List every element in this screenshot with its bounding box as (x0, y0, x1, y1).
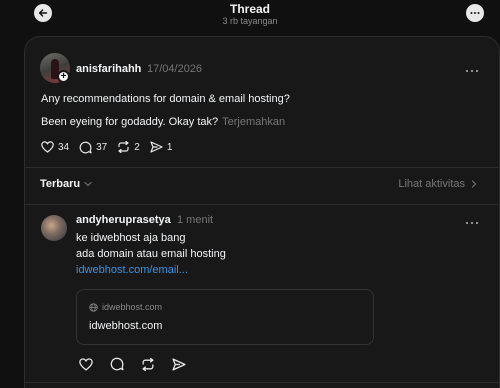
reply-text-line1: ke idwebhost aja bang (76, 232, 186, 244)
comment-button[interactable]: 37 (79, 141, 107, 154)
post-more-icon[interactable] (465, 65, 479, 73)
reply-actions (77, 355, 201, 373)
reply-text-line2: ada domain atau email hosting (76, 248, 226, 260)
heart-icon (41, 141, 54, 153)
repost-button[interactable]: 2 (117, 141, 140, 153)
repost-icon (118, 141, 129, 153)
preview-domain: idwebhost.com (89, 302, 162, 312)
like-count: 34 (58, 141, 70, 153)
more-options-button[interactable] (466, 4, 484, 22)
reply-avatar[interactable] (41, 215, 67, 241)
chevron-down-icon (84, 181, 92, 187)
reply-repost-button[interactable] (139, 355, 157, 373)
chevron-right-icon (471, 180, 477, 188)
top-bar: Thread 3 rb tayangan (0, 0, 500, 36)
send-icon (172, 357, 186, 371)
view-activity-label: Lihat aktivitas (398, 178, 465, 190)
heart-icon (79, 357, 93, 371)
preview-domain-text: idwebhost.com (102, 302, 163, 312)
reply-username[interactable]: andyheruprasetya (76, 214, 171, 226)
divider (25, 204, 500, 205)
comment-icon (110, 357, 124, 371)
reply-more-icon[interactable] (465, 217, 479, 225)
reply-share-button[interactable] (170, 355, 188, 373)
reply-comment-button[interactable] (108, 355, 126, 373)
translate-link[interactable]: Terjemahkan (222, 116, 285, 128)
post-text-line1: Any recommendations for domain & email h… (41, 93, 290, 105)
post-text-line2: Been eyeing for godaddy. Okay tak? Terjem… (41, 116, 285, 128)
post-actions: 34 37 2 1 (41, 138, 182, 156)
thread-card: + anisfarihahh 17/04/2026 Any recommenda… (24, 36, 500, 388)
post-date: 17/04/2026 (147, 63, 203, 75)
share-button[interactable]: 1 (150, 141, 173, 153)
divider (25, 382, 500, 383)
sort-label: Terbaru (40, 178, 81, 190)
share-count: 1 (166, 141, 173, 153)
preview-title: idwebhost.com (89, 320, 163, 332)
globe-icon (89, 302, 98, 312)
reply-link[interactable]: idwebhost.com/email... (76, 264, 188, 276)
follow-plus-icon[interactable]: + (57, 70, 70, 83)
repost-count: 2 (134, 141, 140, 153)
link-preview-card[interactable]: idwebhost.com idwebhost.com (76, 289, 374, 345)
page-title: Thread (229, 2, 270, 16)
sort-dropdown[interactable]: Terbaru (40, 178, 92, 190)
more-horizontal-icon (470, 12, 480, 14)
view-count: 3 rb tayangan (222, 16, 278, 26)
divider (25, 167, 500, 168)
view-activity-link[interactable]: Lihat aktivitas (398, 178, 477, 190)
post-username[interactable]: anisfarihahh (76, 63, 141, 75)
reply-time: 1 menit (177, 214, 214, 226)
send-icon (150, 141, 163, 153)
like-button[interactable]: 34 (41, 141, 69, 153)
post-text-line2-content: Been eyeing for godaddy. Okay tak? (41, 116, 219, 128)
comment-icon (79, 141, 92, 153)
comment-count: 37 (96, 141, 108, 153)
reply-like-button[interactable] (77, 355, 95, 373)
repost-icon (142, 357, 154, 371)
